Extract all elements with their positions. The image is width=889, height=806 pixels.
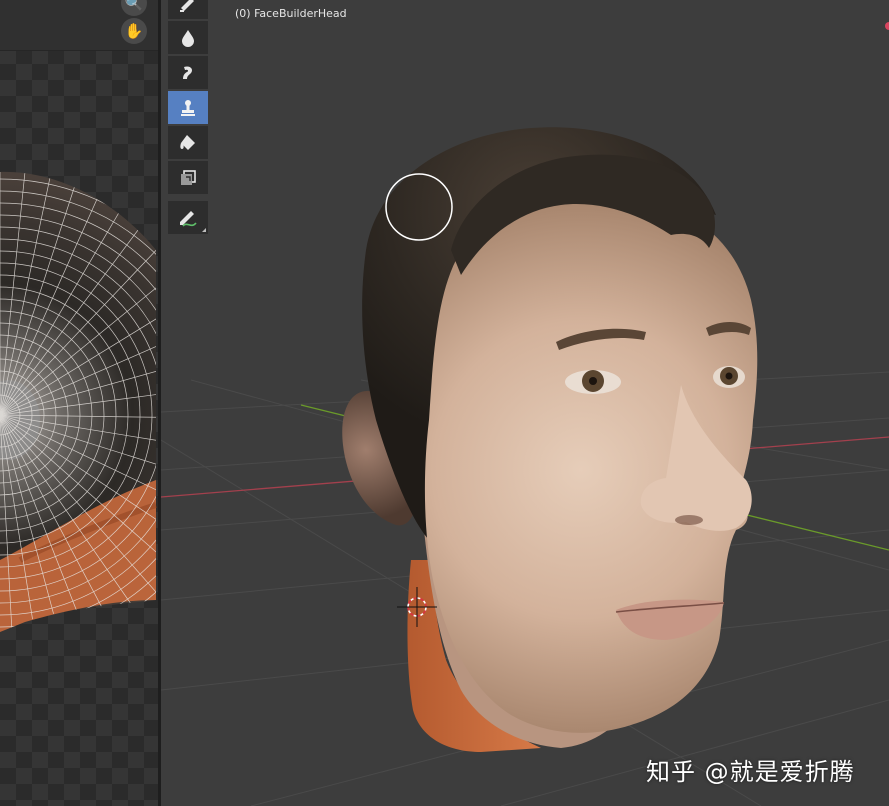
uv-image-editor[interactable]: 🔍 ✋ xyxy=(0,0,158,806)
mask-icon xyxy=(181,169,196,185)
clone-tool-button[interactable] xyxy=(168,91,208,124)
mask-tool-button[interactable] xyxy=(168,161,208,194)
bucket-icon xyxy=(180,134,195,150)
tool-options-corner xyxy=(202,228,206,232)
soften-tool-button[interactable] xyxy=(168,21,208,54)
record-indicator xyxy=(885,22,889,30)
stamp-icon xyxy=(181,99,195,116)
smear-tool-button[interactable] xyxy=(168,56,208,89)
smear-icon xyxy=(183,65,193,79)
drop-icon xyxy=(182,29,194,47)
blender-window: 🔍 ✋ (0) FaceBuilderHead 知乎 @就是爱折腾 xyxy=(0,0,889,806)
uv-texture-view xyxy=(0,171,157,632)
draw-tool-button[interactable] xyxy=(168,0,208,19)
brush-icon xyxy=(180,0,194,12)
viewport-scene xyxy=(161,127,889,806)
fill-tool-button[interactable] xyxy=(168,126,208,159)
object-name-label: (0) FaceBuilderHead xyxy=(235,7,347,20)
hand-icon[interactable]: ✋ xyxy=(121,18,147,44)
pencil-line-icon xyxy=(180,210,197,227)
watermark-text: 知乎 @就是爱折腾 xyxy=(646,758,855,786)
3d-viewport[interactable]: (0) FaceBuilderHead xyxy=(161,0,889,806)
annotate-tool-button[interactable] xyxy=(168,201,208,234)
tool-shelf xyxy=(168,0,208,236)
